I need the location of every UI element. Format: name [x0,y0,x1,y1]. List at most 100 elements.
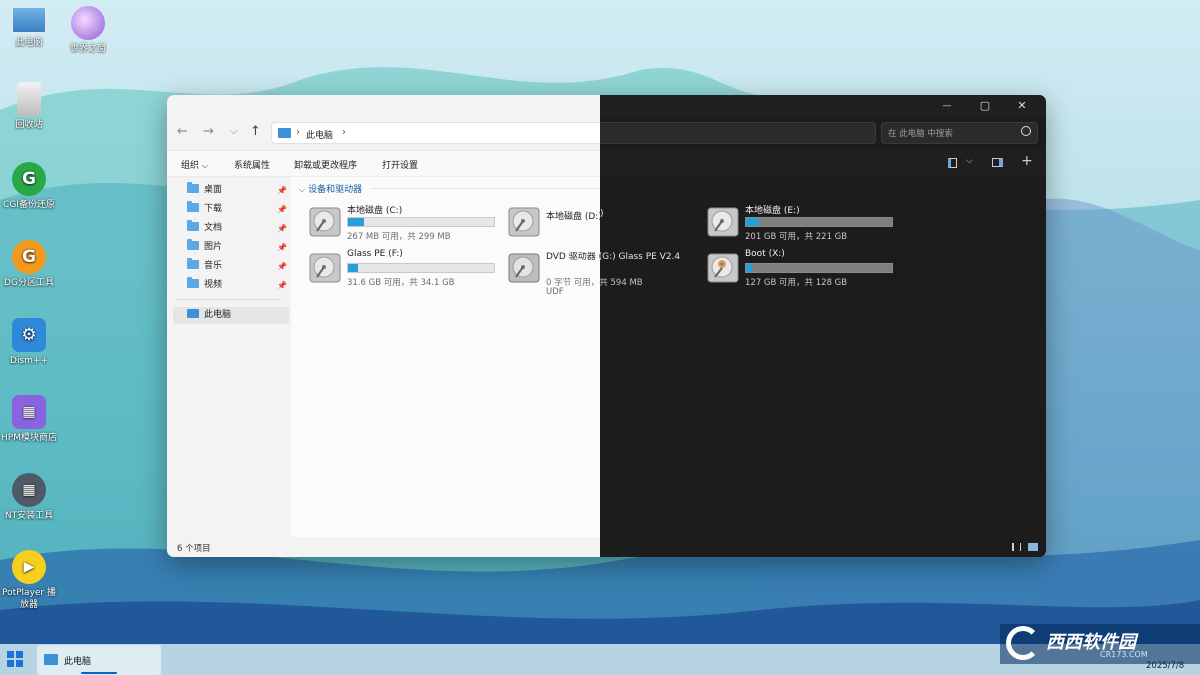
hard-drive-icon [508,207,540,237]
folder-icon [187,182,199,193]
search-icon [1021,126,1031,136]
start-button[interactable] [7,651,23,667]
usage-bar [347,217,495,227]
details-view-icon[interactable] [1012,543,1021,551]
open-settings-button[interactable]: 打开设置 [382,158,418,171]
status-bar: 6 个项目 [167,537,600,557]
folder-icon [187,220,199,231]
usage-bar [347,263,495,273]
desktop-icon-dism[interactable]: ⚙ Dism++ [0,318,58,367]
group-divider [371,188,600,189]
file-system-label: UDF [546,287,564,297]
drive-x[interactable]: Boot (X:) 127 GB 可用，共 128 GB [706,249,906,289]
nav-item-videos[interactable]: 视频 📌 [187,277,291,294]
explorer-dark-half: — ▢ ✕ 在 此电脑 中搜索 ⌵ + [600,95,1046,557]
computer-icon [11,6,47,34]
desktop-icon-diskgenius[interactable]: G DG分区工具 [0,240,58,289]
recent-locations-button[interactable]: ⌵ [230,125,238,139]
desktop-icon-hpm-store[interactable]: ▦ HPM模块商店 [0,395,58,444]
free-space: 201 GB 可用，共 221 GB [745,232,848,242]
desktop-icon-cgi[interactable]: G CGI备份还原 [0,162,58,211]
folder-icon [187,201,199,212]
hard-drive-icon [309,207,341,237]
breadcrumb-chevron[interactable]: › [342,127,346,138]
nav-item-downloads[interactable]: 下载 📌 [187,201,291,218]
drive-d-name-dark-continuation: ) [600,209,604,219]
nav-item-desktop[interactable]: 桌面 📌 [187,182,291,199]
hard-drive-icon [309,253,341,283]
pin-icon: 📌 [277,281,287,290]
watermark: 西西软件园 CR173.COM [1000,624,1200,664]
cgi-icon: G [12,162,46,196]
watermark-logo [1006,626,1040,660]
breadcrumb-this-pc[interactable]: 此电脑 [306,128,333,141]
play-icon: ▶ [12,550,46,584]
folder-icon [187,277,199,288]
free-space: 31.6 GB 可用，共 34.1 GB [347,278,455,288]
uninstall-programs-button[interactable]: 卸载或更改程序 [294,158,357,171]
this-pc-icon [44,654,58,665]
free-space: 0 字节 可用，共 594 MB [546,278,643,288]
nav-item-music[interactable]: 音乐 📌 [187,258,291,275]
back-button[interactable]: ← [177,125,188,139]
search-input[interactable]: 在 此电脑 中搜索 [881,122,1038,144]
address-bar[interactable]: › 此电脑 › [271,122,600,144]
this-pc-icon [187,309,199,318]
recycle-bin-icon [17,82,41,116]
navigation-pane: 桌面 📌 下载 📌 文档 📌 图片 📌 音乐 📌 视频 📌 此电脑 [167,177,291,537]
nav-item-pictures[interactable]: 图片 📌 [187,239,291,256]
usage-bar [745,217,893,227]
organize-button[interactable]: 组织 ⌵ [181,158,208,171]
drive-name: Glass PE (F:) [347,249,403,259]
status-bar-right [600,537,1046,557]
details-pane-icon[interactable] [992,158,1003,167]
drive-name: 本地磁盘 (E:) [745,206,800,216]
boot-drive-icon [707,253,739,283]
drive-f[interactable]: Glass PE (F:) 31.6 GB 可用，共 34.1 GB [308,249,508,289]
minimize-button[interactable]: — [940,99,954,113]
drive-g[interactable]: DVD 驱动器 (G:) Glass PE V2.4 0 字节 可用，共 594… [507,249,707,297]
dvd-drive-icon [508,253,540,283]
desktop-icon-this-pc[interactable]: 此电脑 [0,6,58,49]
taskbar-app-this-pc[interactable]: 此电脑 [37,645,161,675]
pin-icon: 📌 [277,262,287,271]
close-button[interactable]: ✕ [1015,99,1029,113]
this-pc-icon [278,128,291,138]
drive-c[interactable]: 本地磁盘 (C:) 267 MB 可用，共 299 MB [308,203,508,243]
usage-bar [745,263,893,273]
group-header-devices[interactable]: ⌵ 设备和驱动器 [299,182,362,195]
desktop-icon-potplayer[interactable]: ▶ PotPlayer 播放器 [0,550,58,611]
drive-e[interactable]: 本地磁盘 (E:) 201 GB 可用，共 221 GB [706,203,906,243]
chevron-down-icon: ⌵ [201,161,208,170]
installer-icon: ▦ [12,473,46,507]
nav-item-documents[interactable]: 文档 📌 [187,220,291,237]
diskgenius-icon: G [12,240,46,274]
explorer-window: ← → ⌵ ↑ › 此电脑 › 组织 ⌵ 系统属性 卸载或更改程序 打开设置 桌… [167,95,1046,557]
up-button[interactable]: ↑ [250,125,261,139]
hard-drive-icon [707,207,739,237]
pin-icon: 📌 [277,205,287,214]
drive-name: 本地磁盘 (D:) [546,212,602,222]
tiles-view-icon[interactable] [1028,543,1038,551]
nav-divider [177,299,281,300]
module-store-icon: ▦ [12,395,46,429]
folder-icon [187,258,199,269]
add-icon[interactable]: + [1021,153,1033,169]
nav-item-this-pc[interactable]: 此电脑 [173,307,289,324]
pin-icon: 📌 [277,224,287,233]
item-count: 6 个项目 [177,544,211,554]
chevron-down-icon[interactable]: ⌵ [966,156,973,166]
address-bar-right[interactable] [600,122,876,144]
desktop-icon-nt-installer[interactable]: ▦ NT安装工具 [0,473,58,522]
desktop-icon-recycle-bin[interactable]: 回收站 [0,82,58,131]
chevron-down-icon: ⌵ [299,185,306,194]
breadcrumb-separator: › [296,127,300,138]
view-layout-icon[interactable] [948,158,957,168]
drive-name: DVD 驱动器 (G:) Glass PE V2.4 [546,252,681,262]
system-properties-button[interactable]: 系统属性 [234,158,270,171]
forward-button[interactable]: → [203,125,214,139]
maximize-button[interactable]: ▢ [978,99,992,113]
explorer-light-half: ← → ⌵ ↑ › 此电脑 › 组织 ⌵ 系统属性 卸载或更改程序 打开设置 桌… [167,95,600,557]
desktop-icon-browser[interactable]: 世界之窗 [59,6,117,55]
free-space: 127 GB 可用，共 128 GB [745,278,848,288]
